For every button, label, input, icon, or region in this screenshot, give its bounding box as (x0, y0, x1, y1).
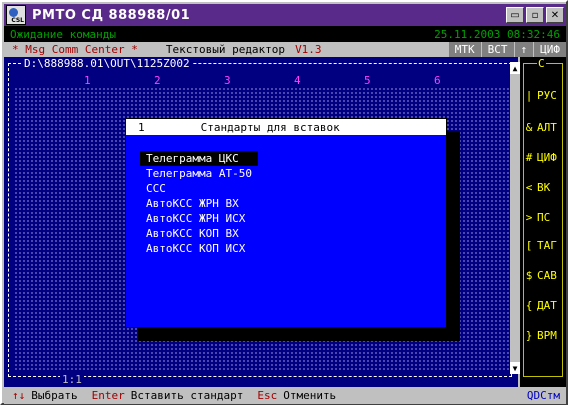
right-panel: С | РУС & АЛТ # ЦИФ < ВК > ПС [ ТАГ $ СА… (520, 57, 566, 387)
ruler-mark: 5 (364, 74, 371, 87)
panel-item-label: ВК (537, 181, 551, 194)
panel-item-dat[interactable]: { ДАТ (523, 299, 563, 312)
list-item[interactable]: АвтоКСС КОП ИСХ (140, 241, 258, 256)
right-panel-title: С (537, 57, 546, 70)
ruler-mark: 2 (154, 74, 161, 87)
panel-item-label: ПС (537, 211, 551, 224)
standards-dialog: 1 Стандарты для вставок Телеграмма ЦКС Т… (125, 118, 447, 328)
status-text: Ожидание команды (10, 27, 116, 41)
column-ruler: 1 2 3 4 5 6 (18, 74, 508, 87)
panel-item-label: ТАГ (537, 239, 557, 252)
hint-key-esc: Esc (257, 389, 278, 402)
panel-item-sav[interactable]: $ САВ (523, 269, 563, 282)
ruler-mark: 4 (294, 74, 301, 87)
panel-item-key: | (525, 89, 533, 102)
panel-item-alt[interactable]: & АЛТ (523, 121, 563, 134)
menu-line: * Msg Comm Center * Текстовый редактор V… (4, 42, 566, 57)
status-line: Ожидание команды 25.11.2003 08:32:46 (4, 26, 566, 42)
window-title: РМТО СД 888988/01 (32, 7, 191, 23)
panel-item-ps[interactable]: > ПС (523, 211, 563, 224)
brand-label: QDCтм (526, 389, 560, 402)
scroll-down-icon[interactable]: ▼ (510, 362, 520, 374)
close-button[interactable]: ✕ (546, 7, 564, 23)
hint-desc-select: Выбрать (31, 389, 78, 402)
hint-desc-cancel: Отменить (283, 389, 337, 402)
panel-item-label: ЦИФ (537, 151, 557, 164)
msg-comm-center-label: * Msg Comm Center * (12, 43, 138, 56)
minimize-button[interactable]: ▭ (506, 7, 524, 23)
datetime-display: 25.11.2003 08:32:46 (434, 27, 560, 41)
app-icon (6, 5, 26, 25)
dialog-number: 1 (138, 120, 145, 134)
dialog-title-bar: 1 Стандарты для вставок (126, 119, 446, 135)
hint-desc-insert: Вставить стандарт (130, 389, 244, 402)
panel-item-cif[interactable]: # ЦИФ (523, 151, 563, 164)
title-bar: РМТО СД 888988/01 ▭ ▫ ✕ (4, 4, 566, 26)
flag-mtk[interactable]: МТК (447, 42, 481, 57)
panel-item-label: АЛТ (537, 121, 557, 134)
flag-cif[interactable]: ЦИФ (533, 42, 566, 57)
panel-item-vk[interactable]: < ВК (523, 181, 563, 194)
panel-item-rus[interactable]: | РУС (523, 89, 563, 102)
version-label: V1.3 (295, 43, 322, 56)
dialog-title: Стандарты для вставок (200, 120, 340, 134)
list-item[interactable]: Телеграмма АТ-50 (140, 166, 258, 181)
scroll-up-icon[interactable]: ▲ (510, 62, 520, 74)
list-item[interactable]: АвтоКСС ЖРН ИСХ (140, 211, 258, 226)
file-path: D:\888988.01\OUT\1125Z002 (22, 57, 192, 70)
panel-item-key: # (525, 151, 533, 164)
list-item[interactable]: АвтоКСС КОП ВХ (140, 226, 258, 241)
ruler-mark: 1 (84, 74, 91, 87)
cursor-position: 1:1 (60, 373, 84, 386)
app-window: РМТО СД 888988/01 ▭ ▫ ✕ Ожидание команды… (0, 0, 568, 405)
hint-key-arrows: ↑↓ (12, 389, 26, 402)
ruler-mark: 6 (434, 74, 441, 87)
list-item-selected[interactable]: Телеграмма ЦКС (140, 151, 258, 166)
panel-item-label: РУС (537, 89, 557, 102)
standards-list: Телеграмма ЦКС Телеграмма АТ-50 ССС Авто… (140, 151, 258, 256)
panel-item-label: САВ (537, 269, 557, 282)
panel-item-key: & (525, 121, 533, 134)
panel-item-vrm[interactable]: } ВРМ (523, 329, 563, 342)
panel-item-key: < (525, 181, 533, 194)
hint-key-enter: Enter (91, 389, 125, 402)
panel-item-key: { (525, 299, 533, 312)
ruler-mark: 3 (224, 74, 231, 87)
hint-bar: ↑↓ Выбрать Enter Вставить стандарт Esc О… (4, 387, 566, 404)
vertical-scrollbar[interactable]: ▲ ▼ (510, 62, 520, 374)
list-item[interactable]: АвтоКСС ЖРН ВХ (140, 196, 258, 211)
editor-name-label: Текстовый редактор (165, 43, 286, 56)
flag-up-arrow[interactable]: ↑ (513, 42, 534, 57)
maximize-button[interactable]: ▫ (526, 7, 544, 23)
flag-vst[interactable]: ВСТ (480, 42, 514, 57)
panel-item-label: ДАТ (537, 299, 557, 312)
panel-item-key: > (525, 211, 533, 224)
panel-item-tag[interactable]: [ ТАГ (523, 239, 563, 252)
panel-item-key: } (525, 329, 533, 342)
panel-item-key: $ (525, 269, 533, 282)
panel-item-label: ВРМ (537, 329, 557, 342)
list-item[interactable]: ССС (140, 181, 258, 196)
panel-item-key: [ (525, 239, 533, 252)
